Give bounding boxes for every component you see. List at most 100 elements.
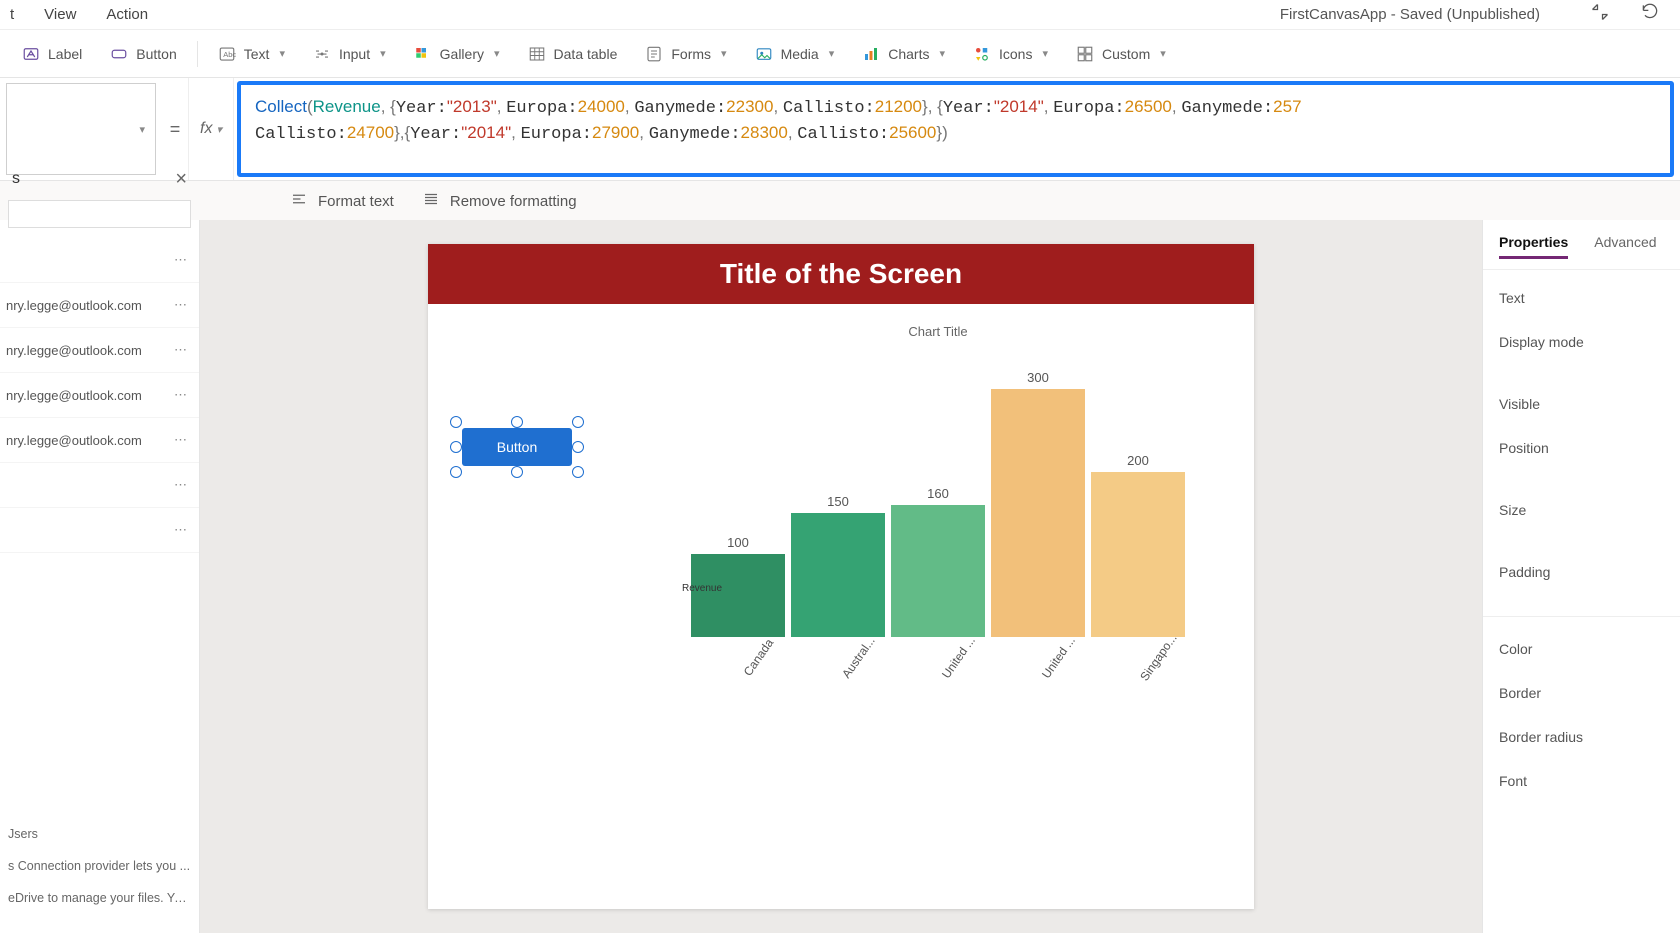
formula-text[interactable]: Collect(Revenue, {Year:"2013", Europa:24… <box>255 95 1656 147</box>
formula-bar[interactable]: Collect(Revenue, {Year:"2013", Europa:24… <box>237 81 1674 177</box>
more-icon[interactable]: ⋯ <box>174 252 189 268</box>
tab-properties[interactable]: Properties <box>1499 234 1568 259</box>
insert-input-text: Input <box>339 46 370 62</box>
screen-title: Title of the Screen <box>428 244 1254 304</box>
insert-datatable-text: Data table <box>554 46 618 62</box>
property-row[interactable]: Border radius <box>1483 715 1680 759</box>
chart-bar: 300 <box>991 370 1085 637</box>
app-screen[interactable]: Title of the Screen Button Chart Title R… <box>428 244 1254 909</box>
insert-ribbon: Label Button Abc Text▾ Input▾ Gallery▾ D… <box>0 30 1680 78</box>
menu-bar: t View Action FirstCanvasApp - Saved (Un… <box>0 0 1680 30</box>
insert-icons[interactable]: Icons▾ <box>959 39 1062 69</box>
preview-icon[interactable] <box>1590 2 1610 27</box>
list-item[interactable]: nry.legge@outlook.com ⋯ <box>0 373 199 418</box>
close-icon[interactable]: × <box>175 168 187 191</box>
bar-rect <box>791 513 885 637</box>
more-icon[interactable]: ⋯ <box>174 342 189 358</box>
property-row[interactable]: Text <box>1483 276 1680 320</box>
tab-advanced[interactable]: Advanced <box>1594 234 1656 259</box>
list-item[interactable]: nry.legge@outlook.com⋯ <box>0 418 199 463</box>
datatable-icon <box>528 45 546 63</box>
more-icon[interactable]: ⋯ <box>174 522 189 538</box>
list-item-label: nry.legge@outlook.com <box>6 298 142 313</box>
list-item-label: nry.legge@outlook.com <box>6 388 142 403</box>
insert-forms[interactable]: Forms▾ <box>631 39 740 69</box>
bar-value-label: 300 <box>1027 370 1049 385</box>
left-panel-title: s <box>12 170 20 188</box>
property-row[interactable]: Border <box>1483 671 1680 715</box>
column-chart[interactable]: Chart Title Revenue 100150160300200 Cana… <box>658 324 1218 657</box>
insert-charts[interactable]: Charts▾ <box>848 39 959 69</box>
property-row[interactable]: Position <box>1483 426 1680 470</box>
footer-line: eDrive to manage your files. Yo... <box>8 891 191 905</box>
insert-media-text: Media <box>781 46 819 62</box>
insert-custom[interactable]: Custom▾ <box>1062 39 1180 69</box>
chevron-down-icon: ▾ <box>216 123 222 136</box>
properties-list: TextDisplay mode VisiblePosition Size Paddi… <box>1483 270 1680 809</box>
app-title: FirstCanvasApp - Saved (Unpublished) <box>1280 6 1540 23</box>
list-item-label: nry.legge@outlook.com <box>6 343 142 358</box>
list-item[interactable]: nry.legge@outlook.com ⋯ <box>0 283 199 328</box>
forms-icon <box>645 45 663 63</box>
charts-icon <box>862 45 880 63</box>
menu-view[interactable]: View <box>44 6 76 23</box>
insert-gallery[interactable]: Gallery ▾ <box>400 39 514 69</box>
insert-media[interactable]: Media▾ <box>741 39 849 69</box>
left-panel-list: ⋯ nry.legge@outlook.com ⋯ nry.legge@outlook… <box>0 238 199 817</box>
remove-formatting-button[interactable]: Remove formatting <box>422 190 577 212</box>
insert-label[interactable]: Label <box>8 39 96 69</box>
insert-custom-text: Custom <box>1102 46 1150 62</box>
chevron-down-icon: ▾ <box>494 47 500 60</box>
menu-truncated[interactable]: t <box>10 6 14 23</box>
property-row[interactable]: Font <box>1483 759 1680 803</box>
chevron-down-icon: ▾ <box>939 47 945 60</box>
bar-value-label: 150 <box>827 494 849 509</box>
footer-line: Jsers <box>8 827 191 841</box>
chevron-down-icon: ▾ <box>279 47 285 60</box>
chevron-down-icon: ▾ <box>139 123 145 136</box>
list-item[interactable]: nry.legge@outlook.com ⋯ <box>0 328 199 373</box>
chart-bar: 150 <box>791 494 885 637</box>
remove-formatting-label: Remove formatting <box>450 193 577 210</box>
remove-formatting-icon <box>422 190 440 212</box>
property-row[interactable]: Padding <box>1483 550 1680 594</box>
icons-icon <box>973 45 991 63</box>
property-row[interactable]: Display mode <box>1483 320 1680 364</box>
insert-gallery-text: Gallery <box>440 46 484 62</box>
format-text-button[interactable]: Format text <box>290 190 394 212</box>
bar-value-label: 160 <box>927 486 949 501</box>
insert-label-text: Label <box>48 46 82 62</box>
property-row[interactable]: Visible <box>1483 382 1680 426</box>
canvas-button-control[interactable]: Button <box>462 428 572 466</box>
list-item[interactable]: ⋯ <box>0 508 199 553</box>
gallery-icon <box>414 45 432 63</box>
bar-value-label: 100 <box>727 535 749 550</box>
left-search-input[interactable] <box>8 200 191 228</box>
undo-icon[interactable] <box>1640 2 1660 27</box>
list-item[interactable]: ⋯ <box>0 238 199 283</box>
custom-icon <box>1076 45 1094 63</box>
insert-button-text: Button <box>136 46 176 62</box>
left-panel-footer: Jsers s Connection provider lets you ...… <box>0 817 199 933</box>
property-row[interactable]: Color <box>1483 627 1680 671</box>
insert-button[interactable]: Button <box>96 39 190 69</box>
bar-value-label: 200 <box>1127 453 1149 468</box>
left-panel: s × ⋯nry.legge@outlook.com⋯nry.legge@out… <box>0 220 200 933</box>
more-icon[interactable]: ⋯ <box>174 387 189 403</box>
formula-row: ▾ = fx▾ Collect(Revenue, {Year:"2013", E… <box>0 78 1680 181</box>
insert-text[interactable]: Abc Text▾ <box>204 39 299 69</box>
chart-bar: 200 <box>1091 453 1185 637</box>
menu-action[interactable]: Action <box>106 6 148 23</box>
more-icon[interactable]: ⋯ <box>174 297 189 313</box>
svg-text:Abc: Abc <box>223 50 236 59</box>
more-icon[interactable]: ⋯ <box>174 477 189 493</box>
chart-title: Chart Title <box>658 324 1218 339</box>
canvas-area[interactable]: Title of the Screen Button Chart Title R… <box>200 220 1482 933</box>
list-item[interactable]: ⋯ <box>0 463 199 508</box>
property-row[interactable]: Size <box>1483 488 1680 532</box>
bar-rect <box>891 505 985 637</box>
insert-input[interactable]: Input▾ <box>299 39 400 69</box>
insert-datatable[interactable]: Data table <box>514 39 632 69</box>
more-icon[interactable]: ⋯ <box>174 432 189 448</box>
chart-bar: 160 <box>891 486 985 637</box>
